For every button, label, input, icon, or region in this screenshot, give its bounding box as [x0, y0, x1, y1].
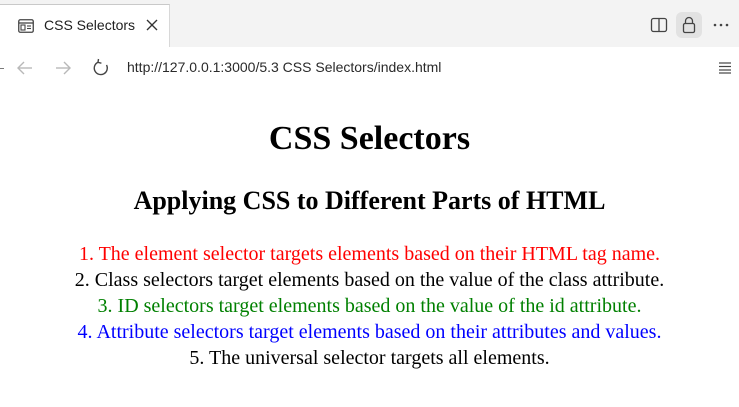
list-item-class-selector: 2. Class selectors target elements based…	[74, 269, 665, 291]
window-edge-divider	[0, 68, 4, 69]
split-view-icon[interactable]	[648, 14, 670, 36]
more-icon[interactable]	[710, 14, 732, 36]
tab-bar: CSS Selectors	[0, 0, 739, 47]
list-item-element-selector: 1. The element selector targets elements…	[78, 243, 661, 265]
tab-css-selectors[interactable]: CSS Selectors	[0, 4, 170, 47]
list-item-universal-selector: 5. The universal selector targets all el…	[189, 347, 550, 369]
lock-icon[interactable]	[676, 12, 702, 38]
reload-icon[interactable]	[90, 57, 112, 79]
list-item-id-selector: 3. ID selectors target elements based on…	[97, 295, 642, 317]
tab-title: CSS Selectors	[44, 17, 136, 33]
page-icon	[18, 19, 34, 33]
menu-icon[interactable]	[716, 58, 738, 80]
back-arrow-icon[interactable]	[14, 57, 36, 79]
page-title: CSS Selectors	[268, 120, 471, 157]
selector-list: 1. The element selector targets elements…	[0, 241, 739, 371]
close-icon[interactable]	[144, 17, 160, 33]
address-bar[interactable]: http://127.0.0.1:3000/5.3 CSS Selectors/…	[127, 59, 441, 75]
forward-arrow-icon[interactable]	[52, 57, 74, 79]
page-content: CSS Selectors Applying CSS to Different …	[0, 90, 739, 407]
navigation-toolbar: http://127.0.0.1:3000/5.3 CSS Selectors/…	[0, 47, 739, 90]
page-subtitle: Applying CSS to Different Parts of HTML	[133, 186, 606, 215]
list-item-attribute-selector: 4. Attribute selectors target elements b…	[77, 321, 662, 343]
